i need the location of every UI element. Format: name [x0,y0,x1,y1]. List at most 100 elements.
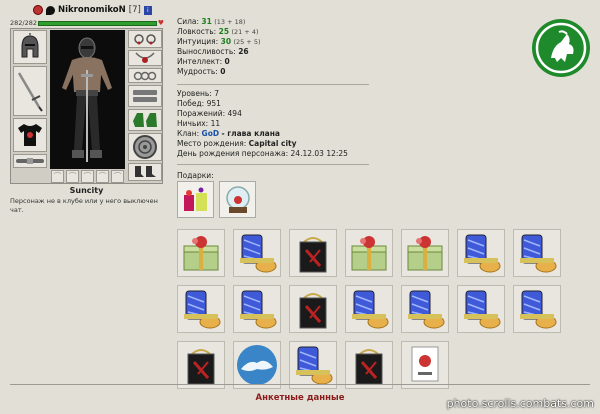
shield-icon [133,135,157,159]
earrings-slot[interactable] [128,30,162,48]
inventory-item-snow-globe[interactable] [233,341,281,389]
can-bundle-icon [520,234,557,273]
earrings-icon [134,34,156,45]
can-bundle-icon [240,234,277,273]
goat-logo-icon [532,19,590,77]
inventory-item-black-bag[interactable] [177,341,225,389]
clan-logo [531,18,591,78]
info-divider [177,164,369,165]
small-slot-3[interactable]: ⌒ [81,170,94,183]
shirt-icon [18,124,42,146]
snow-globe-icon [237,345,277,385]
can-bundle-icon [464,290,501,329]
gifts-label: Подарки: [177,171,214,180]
can-bundle-icon [408,290,445,329]
clan-link[interactable]: GoD [202,129,220,138]
alignment-icon [46,5,55,15]
knight-figure-icon [50,30,125,169]
boots-slot[interactable] [128,163,162,181]
inventory-item-black-bag[interactable] [289,229,337,277]
info-draws: Ничьих: 11 [177,119,221,128]
character-figure [50,30,125,169]
sword-icon [17,72,43,112]
belt-icon [16,158,44,164]
inventory-item-postcard[interactable] [401,341,449,389]
equipment-panel: ⌒ ⌒ ⌒ ⌒ ⌒ [10,28,163,184]
can-bundle-icon [184,290,221,329]
gift-snow-globe[interactable] [219,181,256,218]
status-message: Персонаж не в клубе или у него выключен … [10,197,158,214]
character-header: NikronomikoN [7] i [33,4,152,16]
heart-icon: ♥ [157,19,164,27]
black-bag-icon [355,349,383,385]
can-bundle-icon [520,290,557,329]
inventory-item-can-bundle[interactable] [401,285,449,333]
inventory-item-can-bundle[interactable] [289,341,337,389]
clan-emblem-icon[interactable] [33,5,43,15]
can-bundle-icon [464,234,501,273]
city-name: Suncity [69,186,104,195]
bracers-slot[interactable] [128,85,162,107]
info-clan: Клан: GoD - глава клана [177,129,280,138]
stat-strength: Сила: 31 (13 + 18) [177,17,246,26]
stats-divider [177,84,369,85]
inventory-item-black-bag[interactable] [345,341,393,389]
info-wins: Побед: 951 [177,99,221,108]
stat-endurance: Выносливость: 26 [177,47,249,56]
hp-bar [38,20,157,26]
gift-box-icon [351,236,387,271]
ring-slot-1[interactable] [128,68,162,83]
info-birthplace: Место рождения: Capital city [177,139,297,148]
gift-box-icon [407,236,443,271]
gloves-icon [133,113,157,127]
gloves-slot[interactable] [128,109,162,131]
info-level: Уровень: 7 [177,89,219,98]
inventory-item-can-bundle[interactable] [177,285,225,333]
armor-slot[interactable] [13,118,47,152]
inventory-item-gift-box[interactable] [177,229,225,277]
hp-value: 282/282 [10,19,38,27]
can-bundle-icon [296,346,333,385]
amulet-icon [135,52,155,63]
small-slot-5[interactable]: ⌒ [111,170,124,183]
stats-block: Сила: 31 (13 + 18) Ловкость: 25 (21 + 4)… [177,17,261,77]
character-level: [7] [128,5,141,15]
small-slot-1[interactable]: ⌒ [51,170,64,183]
bracers-icon [133,90,157,102]
helmet-icon [21,33,39,58]
inventory-item-can-bundle[interactable] [513,285,561,333]
amulet-slot[interactable] [128,50,162,66]
inventory-item-black-bag[interactable] [289,285,337,333]
stat-intuition: Интуиция: 30 (25 + 5) [177,37,261,46]
inventory-item-can-bundle[interactable] [457,229,505,277]
drinks-icon [183,187,207,211]
info-losses: Поражений: 494 [177,109,242,118]
stat-intellect: Интеллект: 0 [177,57,230,66]
shield-slot[interactable] [128,133,162,161]
small-slot-4[interactable]: ⌒ [96,170,109,183]
weapon-slot[interactable] [13,66,47,116]
can-bundle-icon [352,290,389,329]
inventory-item-can-bundle[interactable] [233,229,281,277]
belt-slot[interactable] [13,154,47,168]
ring-icon [133,71,157,80]
small-slot-2[interactable]: ⌒ [66,170,79,183]
inventory-item-gift-box[interactable] [401,229,449,277]
helmet-slot[interactable] [13,30,47,64]
inventory-item-can-bundle[interactable] [513,229,561,277]
boots-icon [135,166,156,177]
info-birthday: День рождения персонажа: 24.12.03 12:25 [177,149,348,158]
inventory-item-can-bundle[interactable] [233,285,281,333]
inventory-item-can-bundle[interactable] [345,285,393,333]
inventory-item-gift-box[interactable] [345,229,393,277]
footer-divider [10,384,590,385]
info-icon[interactable]: i [143,5,152,15]
snow-globe-icon [225,185,250,213]
can-bundle-icon [240,290,277,329]
watermark: photo.scrolls.combats.com [446,397,594,410]
gift-drinks[interactable] [177,181,214,218]
gift-box-icon [183,236,219,271]
inventory-item-can-bundle[interactable] [457,285,505,333]
black-bag-icon [299,293,327,329]
character-name: NikronomikoN [58,5,126,15]
